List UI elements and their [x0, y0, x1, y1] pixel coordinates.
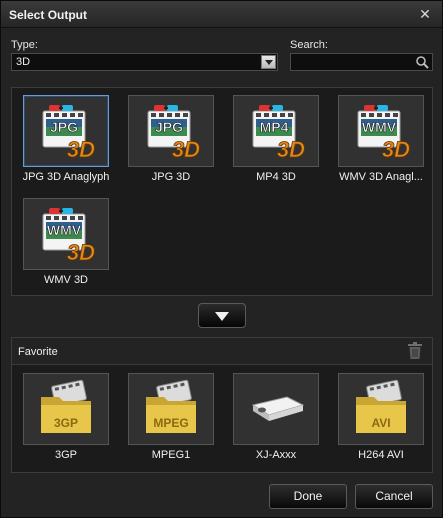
output-tile-label: JPG 3D Anaglyph [22, 171, 110, 183]
favorite-tile-label: MPEG1 [151, 449, 191, 461]
svg-text:3D: 3D [67, 137, 95, 161]
favorite-tile[interactable] [233, 373, 319, 445]
done-button[interactable]: Done [269, 484, 347, 509]
type-select-value: 3D [16, 56, 31, 68]
folder-icon: 3GP [41, 379, 91, 433]
svg-text:AVI: AVI [371, 416, 390, 430]
media-3d-icon: WMV 3D [42, 208, 96, 264]
media-3d-icon: JPG 3D [42, 105, 96, 161]
svg-text:3D: 3D [382, 137, 410, 161]
window-title: Select Output [9, 8, 88, 22]
chevron-down-icon[interactable] [261, 55, 276, 69]
search-icon[interactable] [415, 55, 430, 70]
svg-text:3D: 3D [277, 137, 305, 161]
svg-text:WMV: WMV [47, 222, 82, 238]
cancel-button[interactable]: Cancel [355, 484, 433, 509]
media-3d-icon: WMV 3D [357, 105, 411, 161]
folder-icon: AVI [356, 379, 406, 433]
favorite-tile[interactable]: AVI [338, 373, 424, 445]
favorite-panel: Favorite 3GP 3GP MPEG MPEG1 XJ-Axxx AVI H264 A… [11, 337, 433, 473]
output-tile[interactable]: JPG 3D [128, 95, 214, 167]
svg-text:WMV: WMV [362, 119, 397, 135]
output-tile[interactable]: JPG 3D [23, 95, 109, 167]
favorite-tile[interactable]: MPEG [128, 373, 214, 445]
search-box [290, 53, 433, 71]
favorite-tile-label: H264 AVI [358, 449, 404, 461]
svg-text:MPEG: MPEG [153, 416, 188, 430]
title-bar: Select Output ✕ [1, 1, 442, 28]
type-select[interactable]: 3D [11, 53, 278, 71]
favorite-tile-label: 3GP [54, 449, 77, 461]
folder-icon: MPEG [146, 379, 196, 433]
output-grid: JPG 3D JPG 3D Anaglyph JPG 3D JPG 3D MP4 3D MP4 … [11, 87, 433, 296]
output-tile-label: MP4 3D [256, 171, 296, 183]
select-output-dialog: Select Output ✕ Type: 3D Search: JPG 3D JP… [0, 0, 443, 518]
search-input[interactable] [293, 55, 411, 69]
favorite-header: Favorite [12, 338, 432, 365]
expand-arrow-icon[interactable] [198, 303, 246, 328]
output-tile-label: WMV 3D [44, 274, 88, 286]
trash-icon[interactable] [407, 342, 423, 360]
svg-text:3D: 3D [172, 137, 200, 161]
media-3d-icon: MP43D [252, 105, 306, 161]
svg-text:MP4: MP4 [260, 119, 289, 135]
output-tile[interactable]: MP4 3D [233, 95, 319, 167]
output-tile[interactable]: WMV 3D [338, 95, 424, 167]
svg-text:JPG: JPG [155, 119, 183, 135]
output-tile-label: WMV 3D Anagl... [339, 171, 423, 183]
svg-text:3D: 3D [67, 240, 95, 264]
projector-icon [251, 396, 305, 421]
media-3d-icon: JPG 3D [147, 105, 201, 161]
type-label: Type: [11, 39, 38, 51]
favorite-title: Favorite [18, 346, 58, 358]
svg-text:JPG: JPG [50, 119, 78, 135]
output-tile-label: JPG 3D [151, 171, 191, 183]
search-label: Search: [290, 39, 328, 51]
close-icon[interactable]: ✕ [417, 6, 433, 22]
svg-text:3GP: 3GP [54, 416, 78, 430]
output-tile[interactable]: WMV 3D [23, 198, 109, 270]
favorite-tile-label: XJ-Axxx [255, 449, 297, 461]
favorite-tile[interactable]: 3GP [23, 373, 109, 445]
